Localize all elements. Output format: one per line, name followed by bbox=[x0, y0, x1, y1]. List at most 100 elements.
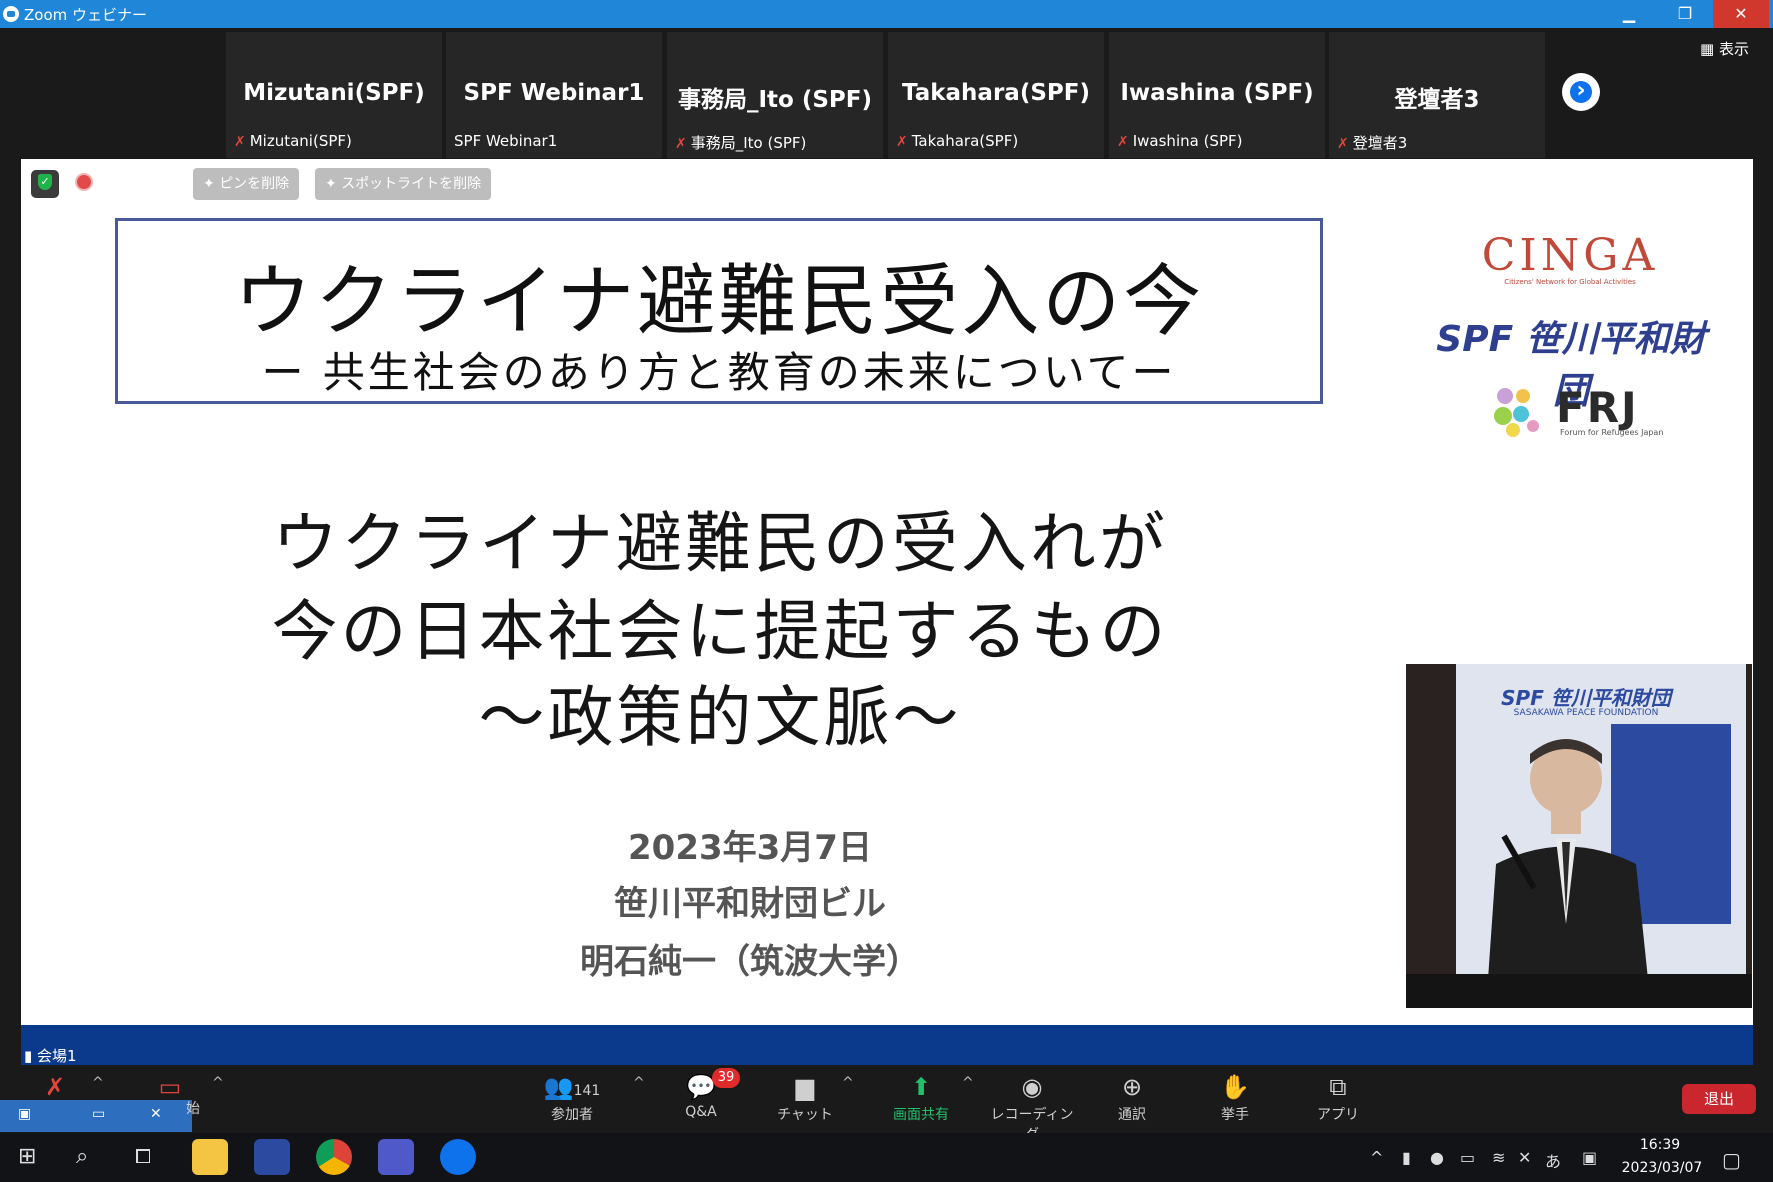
slide-main-line: 今の日本社会に提起するもの bbox=[271, 593, 1169, 670]
venue-label-bar: ▮ 会場1 bbox=[21, 1025, 1753, 1065]
wifi-icon[interactable]: ≋ bbox=[1492, 1148, 1505, 1167]
mute-button[interactable]: ✗ bbox=[10, 1070, 100, 1104]
task-view-icon[interactable]: ⧠ bbox=[135, 1144, 151, 1168]
video-backdrop-sub: SASAKAWA PEACE FOUNDATION bbox=[1513, 708, 1659, 718]
clock-date[interactable]: 2023/03/07 bbox=[1617, 1160, 1707, 1176]
participant-name: Iwashina (SPF) bbox=[1120, 80, 1314, 106]
tray-mic-icon[interactable]: ▮ bbox=[1402, 1148, 1411, 1167]
tray-app-icon[interactable]: ● bbox=[1430, 1148, 1444, 1167]
pin-icon: ✦ bbox=[325, 176, 342, 192]
chrome-icon[interactable] bbox=[316, 1139, 352, 1175]
participant-label: ✗ 登壇者3 bbox=[1337, 134, 1408, 152]
snipping-tool-icon[interactable] bbox=[254, 1139, 290, 1175]
leave-button[interactable]: 退出 bbox=[1682, 1084, 1756, 1114]
participants-button[interactable]: 👥141 参加者 bbox=[527, 1070, 617, 1124]
teams-icon[interactable] bbox=[378, 1139, 414, 1175]
frj-logo-dots-icon bbox=[1494, 388, 1539, 437]
volume-muted-icon[interactable]: ✕ bbox=[1518, 1148, 1531, 1167]
chat-options-caret[interactable]: ^ bbox=[842, 1075, 854, 1091]
participant-name: 事務局_Ito (SPF) bbox=[677, 87, 873, 113]
start-label: 始 bbox=[186, 1101, 200, 1117]
minimize-button[interactable]: ▁ bbox=[1601, 0, 1657, 28]
search-icon[interactable]: ⌕ bbox=[76, 1144, 88, 1169]
zoom-taskbar-icon[interactable] bbox=[440, 1139, 476, 1175]
battery-icon[interactable]: ▭ bbox=[1460, 1148, 1475, 1167]
restore-button[interactable]: ❐ bbox=[1657, 0, 1713, 28]
slide-date: 2023年3月7日 bbox=[628, 828, 872, 868]
slide-presenter: 明石純一（筑波大学） bbox=[580, 942, 920, 982]
participant-label: SPF Webinar1 bbox=[454, 132, 558, 150]
mic-muted-icon: ✗ bbox=[896, 134, 908, 150]
participant-tile[interactable]: Takahara(SPF) ✗ Takahara(SPF) bbox=[888, 32, 1104, 158]
ime-indicator[interactable]: あ bbox=[1545, 1148, 1561, 1172]
remove-spotlight-button[interactable]: ✦ スポットライトを削除 bbox=[315, 168, 492, 200]
mic-muted-icon: ✗ bbox=[44, 1073, 66, 1101]
participant-label: ✗ 事務局_Ito (SPF) bbox=[675, 134, 807, 152]
video-options-caret[interactable]: ^ bbox=[212, 1075, 224, 1091]
mic-muted-icon: ✗ bbox=[234, 134, 246, 150]
recording-indicator-icon bbox=[75, 173, 93, 191]
view-button[interactable]: ▦ 表示 bbox=[1700, 38, 1749, 59]
grid-icon: ▦ bbox=[1700, 40, 1719, 58]
slide-main-line: ウクライナ避難民の受入れが bbox=[272, 505, 1168, 582]
participants-options-caret[interactable]: ^ bbox=[633, 1075, 645, 1091]
slide-title-box: ウクライナ避難民受入の今 ー 共生社会のあり方と教育の未来についてー bbox=[115, 218, 1323, 404]
share-screen-button[interactable]: ⬆ 画面共有 bbox=[876, 1070, 966, 1124]
clock-time[interactable]: 16:39 bbox=[1630, 1137, 1690, 1153]
venue-label: ▮ 会場1 bbox=[24, 1047, 77, 1065]
mic-muted-icon: ✗ bbox=[675, 136, 687, 152]
ime-mode-icon[interactable]: ▣ bbox=[1582, 1148, 1597, 1167]
mic-muted-icon: ✗ bbox=[1117, 134, 1129, 150]
zoom-logo-icon bbox=[3, 6, 19, 22]
pin-icon: ✦ bbox=[203, 176, 220, 192]
minimized-panel[interactable]: ▣ ▭ ✕ bbox=[0, 1100, 192, 1132]
close-mini-icon: ✕ bbox=[150, 1106, 162, 1122]
participant-tile[interactable]: 事務局_Ito (SPF) ✗ 事務局_Ito (SPF) bbox=[667, 32, 883, 158]
zoom-mini-icon: ▣ bbox=[18, 1106, 32, 1122]
slide-venue: 笹川平和財団ビル bbox=[614, 884, 886, 924]
participant-name: Takahara(SPF) bbox=[902, 80, 1090, 106]
participant-tile[interactable]: Mizutani(SPF) ✗ Mizutani(SPF) bbox=[226, 32, 442, 158]
qa-count-badge: 39 bbox=[712, 1068, 740, 1088]
signal-icon: ▮ bbox=[24, 1047, 38, 1065]
hand-icon: ✋ bbox=[1220, 1073, 1250, 1101]
raise-hand-button[interactable]: ✋ 挙手 bbox=[1190, 1070, 1280, 1124]
participant-tile[interactable]: Iwashina (SPF) ✗ Iwashina (SPF) bbox=[1109, 32, 1325, 158]
chat-button[interactable]: ▆ チャット bbox=[760, 1070, 850, 1124]
audio-options-caret[interactable]: ^ bbox=[92, 1075, 104, 1091]
globe-icon: ⊕ bbox=[1121, 1073, 1143, 1101]
share-screen-icon: ⬆ bbox=[910, 1073, 932, 1101]
participant-label: ✗ Iwashina (SPF) bbox=[1117, 132, 1243, 150]
participant-name: Mizutani(SPF) bbox=[243, 80, 425, 106]
participant-tile[interactable]: SPF Webinar1 SPF Webinar1 bbox=[446, 32, 662, 158]
speaker-video[interactable]: SPF 笹川平和財団 SASAKAWA PEACE FOUNDATION bbox=[1406, 664, 1752, 1008]
unpin-button[interactable]: ✦ ピンを削除 bbox=[193, 168, 300, 200]
next-page-button[interactable]: › bbox=[1562, 73, 1600, 111]
mic-muted-icon: ✗ bbox=[1337, 136, 1349, 152]
record-icon: ◉ bbox=[1021, 1073, 1043, 1101]
participant-label: ✗ Takahara(SPF) bbox=[896, 132, 1019, 150]
cinga-logo: CINGA bbox=[1481, 230, 1659, 281]
security-shield-icon[interactable]: ✓ bbox=[31, 170, 59, 198]
slide-subtitle: ー 共生社会のあり方と教育の未来についてー bbox=[261, 348, 1177, 397]
share-options-caret[interactable]: ^ bbox=[962, 1075, 974, 1091]
close-button[interactable]: ✕ bbox=[1713, 0, 1769, 28]
start-windows-icon[interactable]: ⊞ bbox=[18, 1144, 36, 1169]
participant-name: SPF Webinar1 bbox=[463, 80, 645, 106]
apps-icon: ⧉ bbox=[1329, 1073, 1347, 1101]
interpretation-button[interactable]: ⊕ 通訳 bbox=[1087, 1070, 1177, 1124]
video-backdrop-text: SPF 笹川平和財団 bbox=[1501, 686, 1671, 710]
participant-tile[interactable]: 登壇者3 ✗ 登壇者3 bbox=[1329, 32, 1545, 158]
frj-logo: FRJ bbox=[1556, 383, 1639, 432]
cinga-logo-sub: Citizens' Network for Global Activities bbox=[1504, 278, 1636, 286]
chat-icon: ▆ bbox=[795, 1073, 815, 1101]
chevron-right-icon: › bbox=[1576, 78, 1586, 103]
tray-chevron-up-icon[interactable]: ^ bbox=[1370, 1148, 1383, 1167]
apps-button[interactable]: ⧉ アプリ bbox=[1293, 1070, 1383, 1124]
window-mini-icon: ▭ bbox=[92, 1106, 106, 1122]
file-explorer-icon[interactable] bbox=[192, 1139, 228, 1175]
notifications-icon[interactable]: ▢ bbox=[1722, 1148, 1741, 1172]
window-title-bar: Zoom ウェビナー ▁ ❐ ✕ bbox=[0, 0, 1773, 28]
participant-name: 登壇者3 bbox=[1394, 87, 1480, 113]
window-title: Zoom ウェビナー bbox=[24, 6, 148, 24]
